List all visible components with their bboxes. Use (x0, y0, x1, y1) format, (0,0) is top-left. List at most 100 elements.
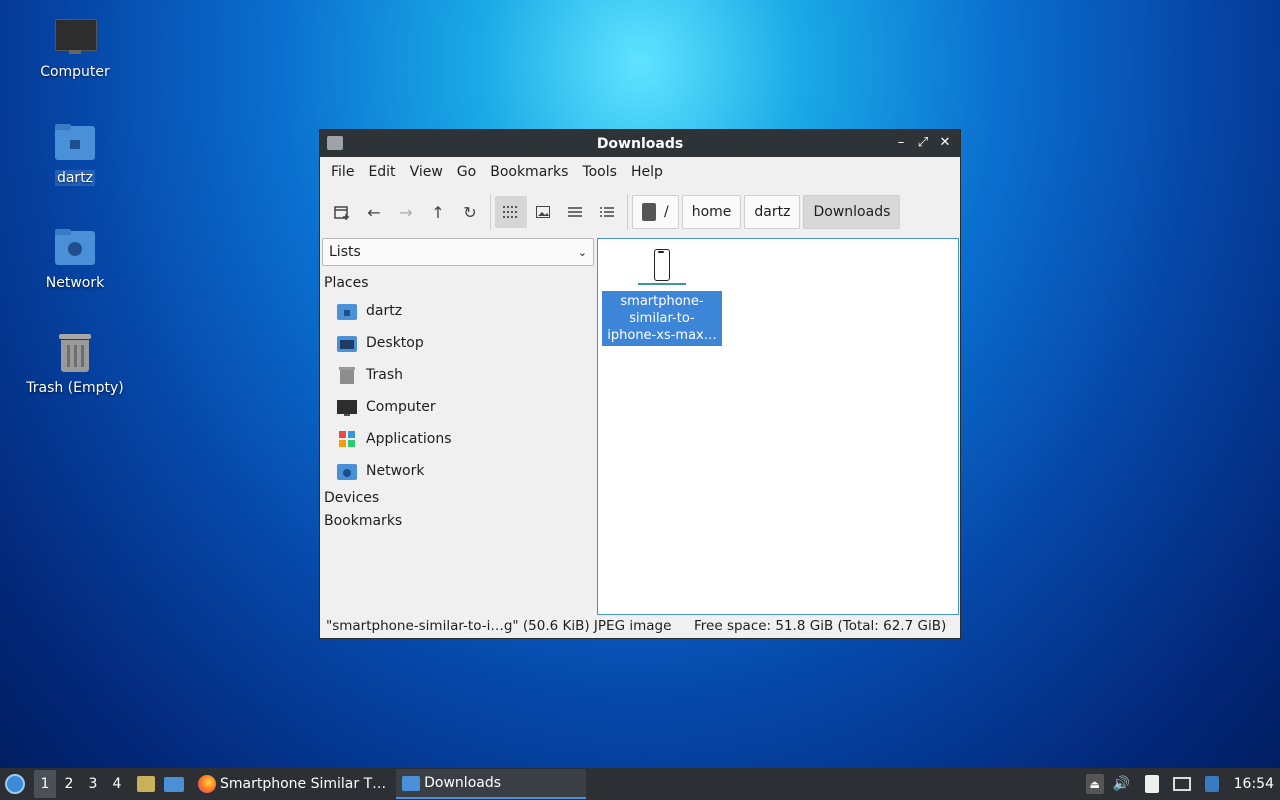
file-item[interactable]: smartphone- similar-to- iphone-xs-max… (602, 247, 722, 346)
task-firefox[interactable]: Smartphone Similar T… (192, 769, 392, 799)
home-folder-icon (337, 302, 357, 320)
image-icon (536, 206, 550, 218)
breadcrumb-label: / (664, 204, 669, 220)
breadcrumb-dartz[interactable]: dartz (744, 195, 801, 229)
system-tray: ⏏ 🔊 16:54 (1085, 768, 1280, 800)
clipboard-button[interactable] (1140, 774, 1164, 794)
breadcrumb-label: Downloads (813, 204, 891, 220)
desktop-icon-trash[interactable]: Trash (Empty) (20, 332, 130, 396)
trash-icon (337, 366, 357, 384)
menu-view[interactable]: View (403, 157, 450, 187)
window-title: Downloads (596, 135, 684, 152)
show-desktop-button[interactable] (162, 772, 186, 796)
free-space-info: Free space: 51.8 GiB (Total: 62.7 GiB) (694, 618, 947, 634)
icon-grid-icon (503, 206, 517, 218)
icon-view-button[interactable] (495, 196, 527, 228)
network-button[interactable] (1170, 774, 1194, 794)
sidebar-item-label: Trash (366, 367, 403, 383)
bookmarks-header[interactable]: Bookmarks (320, 510, 596, 533)
status-bar: "smartphone-similar-to-i…g" (50.6 KiB) J… (320, 614, 960, 638)
sidebar-item-dartz[interactable]: dartz (320, 295, 596, 327)
breadcrumb-label: dartz (754, 204, 791, 220)
list-icon (568, 207, 582, 217)
firefox-icon (198, 775, 216, 793)
task-label: Downloads (424, 775, 502, 791)
breadcrumb-downloads[interactable]: Downloads (803, 195, 901, 229)
breadcrumb-home[interactable]: home (681, 195, 742, 229)
workspace-3[interactable]: 3 (82, 770, 104, 798)
thumbnail-view-button[interactable] (527, 196, 559, 228)
menu-bar: File Edit View Go Bookmarks Tools Help (320, 157, 960, 187)
folder-icon (402, 775, 421, 791)
file-manager-icon (137, 776, 155, 792)
network-folder-icon (53, 227, 97, 271)
desktop-icon-label: Computer (40, 64, 110, 80)
close-button[interactable]: ✕ (936, 134, 954, 152)
title-bar[interactable]: Downloads – ⤢ ✕ (320, 130, 960, 157)
detailed-list-button[interactable] (591, 196, 623, 228)
sidebar-item-trash[interactable]: Trash (320, 359, 596, 391)
sidebar-item-label: Computer (366, 399, 436, 415)
reload-button[interactable]: ↻ (454, 196, 486, 228)
compact-view-button[interactable] (559, 196, 591, 228)
home-folder-icon (53, 122, 97, 166)
menu-tools[interactable]: Tools (575, 157, 624, 187)
trash-icon (53, 332, 97, 376)
eject-button[interactable]: ⏏ (1085, 774, 1104, 794)
task-downloads[interactable]: Downloads (396, 769, 587, 799)
applications-icon (337, 430, 357, 448)
clock[interactable]: 16:54 (1234, 776, 1274, 792)
chevron-down-icon: ⌄ (577, 245, 587, 259)
forward-button[interactable]: → (390, 196, 422, 228)
taskbar: 1 2 3 4 Smartphone Similar T… Downloads … (0, 768, 1280, 800)
start-menu-button[interactable] (0, 768, 30, 800)
computer-icon (53, 16, 97, 60)
lubuntu-logo-icon (5, 774, 25, 794)
menu-file[interactable]: File (324, 157, 361, 187)
detailed-list-icon (600, 207, 614, 217)
reload-icon: ↻ (463, 202, 477, 222)
up-button[interactable]: ↑ (422, 196, 454, 228)
back-button[interactable]: ← (358, 196, 390, 228)
workspace-4[interactable]: 4 (106, 770, 128, 798)
updates-button[interactable] (1200, 774, 1224, 794)
minimize-button[interactable]: – (892, 134, 910, 152)
maximize-button[interactable]: ⤢ (914, 134, 932, 152)
sidebar-item-network[interactable]: Network (320, 455, 596, 487)
desktop-icon-dartz[interactable]: dartz (20, 122, 130, 186)
menu-bookmarks[interactable]: Bookmarks (483, 157, 575, 187)
new-tab-icon (334, 206, 349, 220)
sidebar-item-label: Network (366, 463, 425, 479)
file-name: smartphone- similar-to- iphone-xs-max… (602, 291, 722, 346)
desktop-icon-computer[interactable]: Computer (20, 16, 130, 80)
new-tab-button[interactable] (326, 196, 358, 228)
sidebar-item-label: dartz (366, 303, 403, 319)
file-manager-launcher[interactable] (134, 772, 158, 796)
smartphone-image-icon (638, 247, 686, 285)
toolbar: ← → ↑ ↻ / home dartz Downloads (320, 187, 960, 237)
sidebar-item-applications[interactable]: Applications (320, 423, 596, 455)
menu-go[interactable]: Go (450, 157, 483, 187)
volume-icon: 🔊 (1112, 776, 1131, 792)
devices-header[interactable]: Devices (320, 487, 596, 510)
sidebar-item-label: Desktop (366, 335, 424, 351)
menu-edit[interactable]: Edit (361, 157, 402, 187)
places-header[interactable]: Places (320, 272, 596, 295)
desktop-icon-network[interactable]: Network (20, 227, 130, 291)
selection-info: "smartphone-similar-to-i…g" (50.6 KiB) J… (326, 618, 672, 634)
sidebar-item-computer[interactable]: Computer (320, 391, 596, 423)
breadcrumb-root[interactable]: / (632, 195, 679, 229)
sidebar-item-label: Applications (366, 431, 452, 447)
sidebar-item-desktop[interactable]: Desktop (320, 327, 596, 359)
menu-help[interactable]: Help (624, 157, 670, 187)
workspace-1[interactable]: 1 (34, 770, 56, 798)
workspace-2[interactable]: 2 (58, 770, 80, 798)
arrow-up-icon: ↑ (431, 202, 445, 222)
file-view[interactable]: smartphone- similar-to- iphone-xs-max… (597, 238, 959, 615)
arrow-right-icon: → (399, 202, 413, 222)
task-label: Smartphone Similar T… (220, 776, 387, 792)
sidebar-mode-select[interactable]: Lists ⌄ (322, 238, 594, 266)
file-name-line: similar-to- (629, 311, 695, 326)
volume-button[interactable]: 🔊 (1110, 774, 1134, 794)
network-folder-icon (337, 462, 357, 480)
